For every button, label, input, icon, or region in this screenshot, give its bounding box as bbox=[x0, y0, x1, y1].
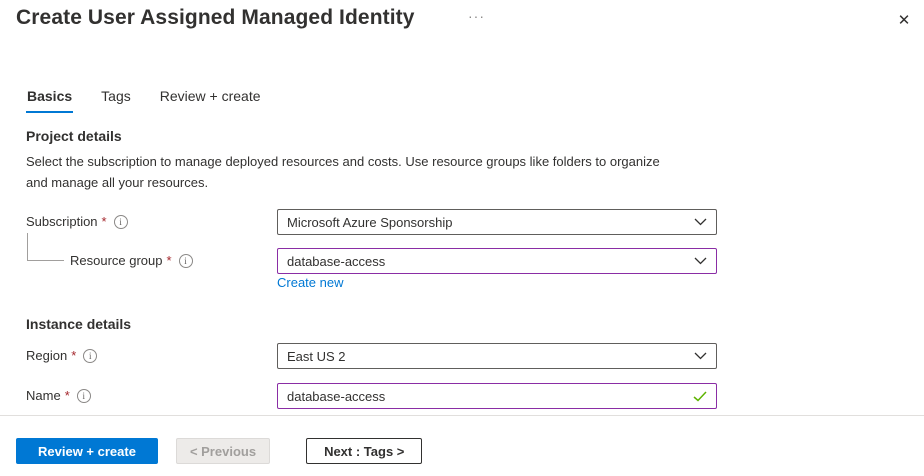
create-managed-identity-blade: Create User Assigned Managed Identity ··… bbox=[0, 0, 924, 476]
more-options-icon[interactable]: ··· bbox=[468, 8, 485, 24]
tab-bar: Basics Tags Review + create bbox=[26, 86, 262, 113]
field-connector-line bbox=[27, 233, 64, 261]
required-asterisk: * bbox=[71, 348, 76, 363]
region-label: Region * i bbox=[26, 348, 97, 363]
project-details-description: Select the subscription to manage deploy… bbox=[26, 151, 682, 193]
name-input[interactable] bbox=[287, 389, 685, 404]
chevron-down-icon bbox=[694, 352, 707, 360]
tab-review-create[interactable]: Review + create bbox=[159, 86, 262, 113]
tab-basics[interactable]: Basics bbox=[26, 86, 73, 113]
valid-check-icon bbox=[693, 391, 707, 402]
name-field bbox=[277, 383, 717, 409]
required-asterisk: * bbox=[167, 253, 172, 268]
name-label: Name * i bbox=[26, 388, 91, 403]
footer-actions: Review + create < Previous Next : Tags > bbox=[16, 438, 422, 464]
create-new-link[interactable]: Create new bbox=[277, 275, 343, 290]
instance-details-heading: Instance details bbox=[26, 316, 131, 332]
review-create-button[interactable]: Review + create bbox=[16, 438, 158, 464]
tab-tags[interactable]: Tags bbox=[100, 86, 132, 113]
close-icon[interactable]: ✕ bbox=[892, 8, 916, 32]
info-icon[interactable]: i bbox=[77, 389, 91, 403]
resource-group-label: Resource group * i bbox=[70, 253, 193, 268]
info-icon[interactable]: i bbox=[83, 349, 97, 363]
project-details-heading: Project details bbox=[26, 128, 122, 144]
region-dropdown[interactable]: East US 2 bbox=[277, 343, 717, 369]
info-icon[interactable]: i bbox=[114, 215, 128, 229]
required-asterisk: * bbox=[102, 214, 107, 229]
subscription-dropdown[interactable]: Microsoft Azure Sponsorship bbox=[277, 209, 717, 235]
chevron-down-icon bbox=[694, 257, 707, 265]
info-icon[interactable]: i bbox=[179, 254, 193, 268]
previous-button[interactable]: < Previous bbox=[176, 438, 270, 464]
next-tags-button[interactable]: Next : Tags > bbox=[306, 438, 422, 464]
chevron-down-icon bbox=[694, 218, 707, 226]
subscription-label: Subscription * i bbox=[26, 214, 128, 229]
page-title: Create User Assigned Managed Identity bbox=[16, 6, 415, 30]
required-asterisk: * bbox=[65, 388, 70, 403]
footer-divider bbox=[0, 415, 924, 416]
resource-group-dropdown[interactable]: database-access bbox=[277, 248, 717, 274]
